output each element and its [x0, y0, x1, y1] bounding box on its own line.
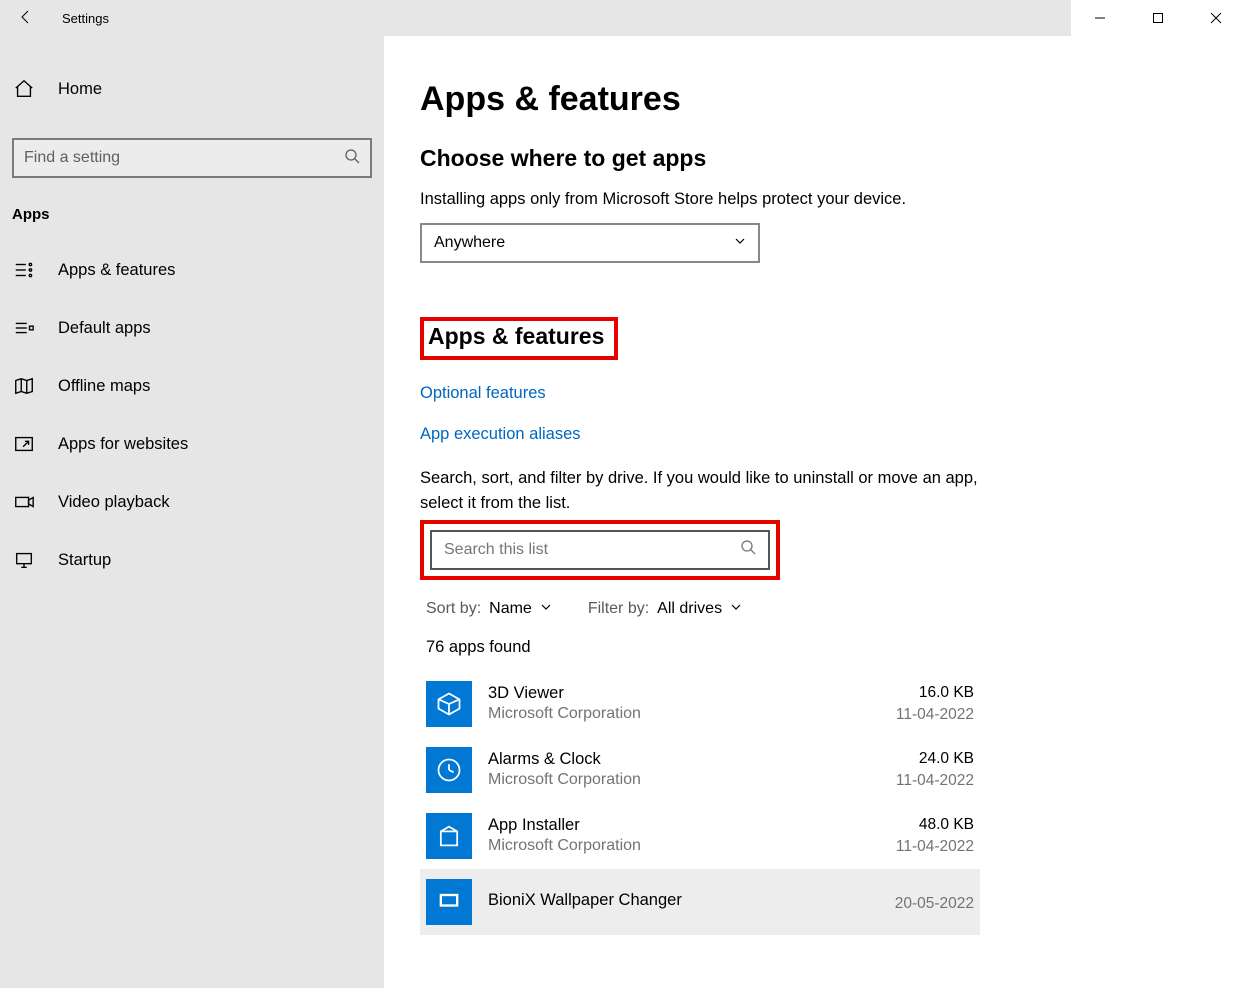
find-setting-placeholder: Find a setting — [24, 149, 120, 167]
sidebar-item-apps-features[interactable]: Apps & features — [0, 241, 384, 299]
filter-by-dropdown[interactable]: Filter by: All drives — [588, 600, 742, 618]
sidebar-item-startup[interactable]: Startup — [0, 531, 384, 589]
app-row-app-installer[interactable]: App Installer Microsoft Corporation 48.0… — [420, 803, 980, 869]
back-icon[interactable] — [18, 9, 34, 28]
optional-features-link[interactable]: Optional features — [420, 384, 1209, 403]
app-date: 11-04-2022 — [896, 838, 974, 856]
sidebar-item-label: Apps for websites — [58, 435, 188, 454]
offline-maps-icon — [12, 374, 36, 398]
sidebar-item-apps-for-websites[interactable]: Apps for websites — [0, 415, 384, 473]
sidebar-item-label: Apps & features — [58, 261, 175, 280]
page-title: Apps & features — [420, 80, 1209, 119]
app-name: App Installer — [488, 816, 880, 835]
app-date: 11-04-2022 — [896, 772, 974, 790]
app-list-search[interactable]: Search this list — [430, 530, 770, 570]
chevron-down-icon — [540, 600, 552, 618]
choose-heading: Choose where to get apps — [420, 145, 1209, 172]
sidebar-item-default-apps[interactable]: Default apps — [0, 299, 384, 357]
sidebar-item-label: Offline maps — [58, 377, 150, 396]
apps-websites-icon — [12, 432, 36, 456]
window-controls — [1071, 0, 1245, 36]
app-date: 20-05-2022 — [895, 895, 974, 913]
app-icon-app-installer — [426, 813, 472, 859]
close-button[interactable] — [1187, 0, 1245, 36]
sidebar: Home Find a setting Apps Apps & features… — [0, 36, 384, 988]
app-size: 48.0 KB — [896, 816, 974, 834]
list-search-highlight: Search this list — [420, 520, 780, 580]
app-icon-alarms-clock — [426, 747, 472, 793]
apps-features-heading-highlight: Apps & features — [420, 317, 618, 360]
app-publisher: Microsoft Corporation — [488, 705, 880, 723]
app-source-value: Anywhere — [434, 234, 505, 252]
sidebar-item-label: Video playback — [58, 493, 170, 512]
choose-desc: Installing apps only from Microsoft Stor… — [420, 190, 1209, 209]
window-title: Settings — [62, 11, 109, 26]
app-icon-3d-viewer — [426, 681, 472, 727]
search-icon — [740, 539, 756, 560]
app-publisher: Microsoft Corporation — [488, 837, 880, 855]
sidebar-section-label: Apps — [0, 196, 384, 241]
sort-value: Name — [489, 600, 532, 618]
find-setting-search[interactable]: Find a setting — [12, 138, 372, 178]
app-count: 76 apps found — [420, 638, 1209, 657]
sort-by-dropdown[interactable]: Sort by: Name — [426, 600, 552, 618]
app-size: 16.0 KB — [896, 684, 974, 702]
default-apps-icon — [12, 316, 36, 340]
search-icon — [344, 148, 360, 169]
titlebar: Settings — [0, 0, 1245, 36]
chevron-down-icon — [734, 234, 746, 252]
filter-label: Filter by: — [588, 600, 649, 618]
maximize-button[interactable] — [1129, 0, 1187, 36]
sidebar-item-offline-maps[interactable]: Offline maps — [0, 357, 384, 415]
home-button[interactable]: Home — [0, 60, 384, 118]
main-content: Apps & features Choose where to get apps… — [384, 36, 1245, 988]
app-icon-bionix — [426, 879, 472, 925]
app-row-3d-viewer[interactable]: 3D Viewer Microsoft Corporation 16.0 KB … — [420, 671, 980, 737]
filter-value: All drives — [657, 600, 722, 618]
app-name: 3D Viewer — [488, 684, 880, 703]
app-name: Alarms & Clock — [488, 750, 880, 769]
app-name: BioniX Wallpaper Changer — [488, 891, 879, 910]
home-label: Home — [58, 80, 102, 99]
app-row-bionix[interactable]: BioniX Wallpaper Changer 20-05-2022 — [420, 869, 980, 935]
app-source-dropdown[interactable]: Anywhere — [420, 223, 760, 263]
app-list: 3D Viewer Microsoft Corporation 16.0 KB … — [420, 671, 1209, 935]
list-help-text: Search, sort, and filter by drive. If yo… — [420, 466, 980, 516]
startup-icon — [12, 548, 36, 572]
minimize-button[interactable] — [1071, 0, 1129, 36]
video-playback-icon — [12, 490, 36, 514]
app-row-alarms-clock[interactable]: Alarms & Clock Microsoft Corporation 24.… — [420, 737, 980, 803]
app-publisher: Microsoft Corporation — [488, 771, 880, 789]
sidebar-item-label: Default apps — [58, 319, 151, 338]
app-size: 24.0 KB — [896, 750, 974, 768]
sort-label: Sort by: — [426, 600, 481, 618]
app-date: 11-04-2022 — [896, 706, 974, 724]
sidebar-item-label: Startup — [58, 551, 111, 570]
app-list-search-placeholder: Search this list — [444, 541, 548, 559]
apps-features-heading: Apps & features — [428, 323, 604, 350]
app-execution-aliases-link[interactable]: App execution aliases — [420, 425, 1209, 444]
home-icon — [12, 77, 36, 101]
chevron-down-icon — [730, 600, 742, 618]
sidebar-item-video-playback[interactable]: Video playback — [0, 473, 384, 531]
apps-features-icon — [12, 258, 36, 282]
